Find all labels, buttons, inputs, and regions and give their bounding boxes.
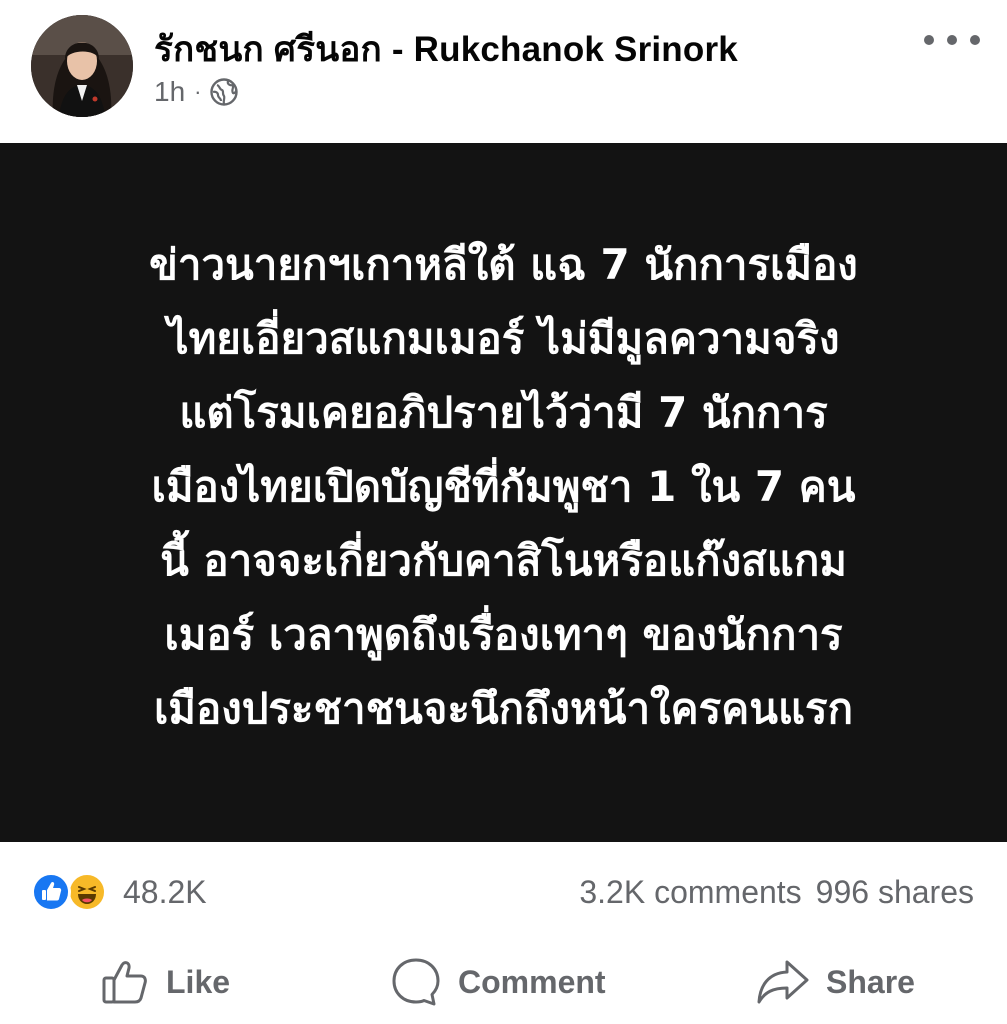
like-reaction-icon xyxy=(31,872,71,912)
comment-bubble-icon xyxy=(392,958,440,1006)
shares-count[interactable]: 996 shares xyxy=(816,874,974,910)
thumbs-up-icon xyxy=(102,961,147,1004)
post-time[interactable]: 1h xyxy=(154,76,185,108)
post-action-bar: Like Comment Share xyxy=(0,940,1007,1024)
share-arrow-icon xyxy=(757,960,809,1004)
comments-count[interactable]: 3.2K comments xyxy=(579,874,801,910)
comment-label: Comment xyxy=(458,963,606,1000)
post-stats-bar: 48.2K 3.2K comments 996 shares xyxy=(0,860,1007,926)
reaction-icons[interactable] xyxy=(31,869,117,915)
post-meta: 1h · xyxy=(154,74,239,110)
meta-separator: · xyxy=(194,79,202,104)
facebook-post: รักชนก ศรีนอก - Rukchanok Srinork 1h · ข… xyxy=(0,0,1007,1024)
haha-reaction-icon xyxy=(67,872,107,912)
more-dot xyxy=(924,35,934,45)
share-label: Share xyxy=(826,963,915,1000)
more-dot xyxy=(970,35,980,45)
author-name[interactable]: รักชนก ศรีนอก - Rukchanok Srinork xyxy=(154,22,738,77)
more-dot xyxy=(947,35,957,45)
post-text-card[interactable]: ข่าวนายกฯเกาหลีใต้ แฉ 7 นักการเมือง ไทยเ… xyxy=(0,143,1007,842)
comment-button[interactable]: Comment xyxy=(390,954,606,1010)
reaction-count[interactable]: 48.2K xyxy=(123,874,207,911)
post-card-text: ข่าวนายกฯเกาหลีใต้ แฉ 7 นักการเมือง ไทยเ… xyxy=(149,240,858,733)
post-header: รักชนก ศรีนอก - Rukchanok Srinork 1h · xyxy=(0,0,1007,143)
like-button[interactable]: Like xyxy=(100,954,230,1010)
globe-icon[interactable] xyxy=(209,77,239,107)
engagement-counts: 3.2K comments 996 shares xyxy=(579,874,974,911)
more-options-icon[interactable] xyxy=(924,25,980,55)
share-button[interactable]: Share xyxy=(756,954,915,1010)
like-label: Like xyxy=(166,963,231,1000)
author-avatar[interactable] xyxy=(31,15,133,117)
